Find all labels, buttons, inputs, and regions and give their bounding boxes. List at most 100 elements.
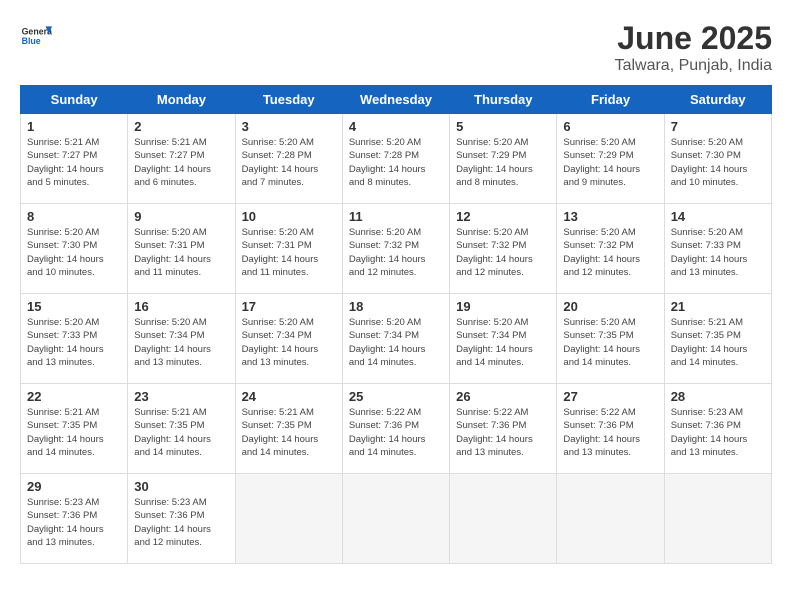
- day-cell-28: 28Sunrise: 5:23 AMSunset: 7:36 PMDayligh…: [664, 384, 771, 474]
- day-number: 11: [349, 209, 443, 224]
- day-number: 6: [563, 119, 657, 134]
- day-cell-1: 1 Sunrise: 5:21 AMSunset: 7:27 PMDaylight…: [21, 114, 128, 204]
- week-row-1: 1 Sunrise: 5:21 AMSunset: 7:27 PMDaylight…: [21, 114, 772, 204]
- day-cell-7: 7 Sunrise: 5:20 AMSunset: 7:30 PMDaylight…: [664, 114, 771, 204]
- logo: General Blue: [20, 20, 52, 52]
- day-info: Sunrise: 5:20 AMSunset: 7:31 PMDaylight:…: [242, 226, 336, 279]
- day-number: 1: [27, 119, 121, 134]
- day-info: Sunrise: 5:20 AMSunset: 7:28 PMDaylight:…: [242, 136, 336, 189]
- day-info: Sunrise: 5:20 AMSunset: 7:32 PMDaylight:…: [563, 226, 657, 279]
- day-cell-21: 21 Sunrise: 5:21 AMSunset: 7:35 PMDayligh…: [664, 294, 771, 384]
- week-row-5: 29 Sunrise: 5:23 AMSunset: 7:36 PMDayligh…: [21, 474, 772, 564]
- day-cell-9: 9Sunrise: 5:20 AMSunset: 7:31 PMDaylight…: [128, 204, 235, 294]
- header-sunday: Sunday: [21, 86, 128, 114]
- day-info: Sunrise: 5:22 AMSunset: 7:36 PMDaylight:…: [349, 406, 443, 459]
- day-info: Sunrise: 5:20 AMSunset: 7:35 PMDaylight:…: [563, 316, 657, 369]
- header-monday: Monday: [128, 86, 235, 114]
- day-cell-20: 20 Sunrise: 5:20 AMSunset: 7:35 PMDayligh…: [557, 294, 664, 384]
- day-number: 2: [134, 119, 228, 134]
- day-number: 21: [671, 299, 765, 314]
- day-number: 10: [242, 209, 336, 224]
- day-cell-4: 4 Sunrise: 5:20 AMSunset: 7:28 PMDaylight…: [342, 114, 449, 204]
- day-cell-19: 19 Sunrise: 5:20 AMSunset: 7:34 PMDayligh…: [450, 294, 557, 384]
- day-info: Sunrise: 5:23 AMSunset: 7:36 PMDaylight:…: [134, 496, 228, 549]
- title-area: June 2025 Talwara, Punjab, India: [615, 20, 772, 75]
- day-number: 17: [242, 299, 336, 314]
- day-cell-empty: [664, 474, 771, 564]
- day-cell-27: 27 Sunrise: 5:22 AMSunset: 7:36 PMDayligh…: [557, 384, 664, 474]
- day-number: 3: [242, 119, 336, 134]
- day-cell-2: 2 Sunrise: 5:21 AMSunset: 7:27 PMDaylight…: [128, 114, 235, 204]
- day-number: 4: [349, 119, 443, 134]
- day-cell-14: 14 Sunrise: 5:20 AMSunset: 7:33 PMDayligh…: [664, 204, 771, 294]
- week-row-3: 15Sunrise: 5:20 AMSunset: 7:33 PMDayligh…: [21, 294, 772, 384]
- day-cell-25: 25Sunrise: 5:22 AMSunset: 7:36 PMDayligh…: [342, 384, 449, 474]
- day-info: Sunrise: 5:20 AMSunset: 7:32 PMDaylight:…: [349, 226, 443, 279]
- day-number: 8: [27, 209, 121, 224]
- day-info: Sunrise: 5:20 AMSunset: 7:30 PMDaylight:…: [671, 136, 765, 189]
- header-wednesday: Wednesday: [342, 86, 449, 114]
- day-info: Sunrise: 5:21 AMSunset: 7:27 PMDaylight:…: [134, 136, 228, 189]
- day-number: 7: [671, 119, 765, 134]
- day-info: Sunrise: 5:20 AMSunset: 7:34 PMDaylight:…: [456, 316, 550, 369]
- day-info: Sunrise: 5:20 AMSunset: 7:29 PMDaylight:…: [456, 136, 550, 189]
- header-tuesday: Tuesday: [235, 86, 342, 114]
- day-number: 20: [563, 299, 657, 314]
- day-number: 23: [134, 389, 228, 404]
- day-cell-11: 11 Sunrise: 5:20 AMSunset: 7:32 PMDayligh…: [342, 204, 449, 294]
- day-info: Sunrise: 5:22 AMSunset: 7:36 PMDaylight:…: [563, 406, 657, 459]
- day-info: Sunrise: 5:20 AMSunset: 7:28 PMDaylight:…: [349, 136, 443, 189]
- day-cell-8: 8 Sunrise: 5:20 AMSunset: 7:30 PMDaylight…: [21, 204, 128, 294]
- calendar-subtitle: Talwara, Punjab, India: [615, 57, 772, 75]
- day-cell-5: 5 Sunrise: 5:20 AMSunset: 7:29 PMDaylight…: [450, 114, 557, 204]
- day-info: Sunrise: 5:21 AMSunset: 7:27 PMDaylight:…: [27, 136, 121, 189]
- day-number: 5: [456, 119, 550, 134]
- week-row-2: 8 Sunrise: 5:20 AMSunset: 7:30 PMDaylight…: [21, 204, 772, 294]
- day-number: 12: [456, 209, 550, 224]
- logo-icon: General Blue: [20, 20, 52, 52]
- day-info: Sunrise: 5:20 AMSunset: 7:34 PMDaylight:…: [242, 316, 336, 369]
- day-number: 15: [27, 299, 121, 314]
- day-cell-empty: [342, 474, 449, 564]
- header-row: Sunday Monday Tuesday Wednesday Thursday…: [21, 86, 772, 114]
- day-info: Sunrise: 5:20 AMSunset: 7:29 PMDaylight:…: [563, 136, 657, 189]
- day-number: 14: [671, 209, 765, 224]
- calendar-body: 1 Sunrise: 5:21 AMSunset: 7:27 PMDaylight…: [21, 114, 772, 564]
- day-number: 16: [134, 299, 228, 314]
- day-number: 13: [563, 209, 657, 224]
- day-cell-12: 12Sunrise: 5:20 AMSunset: 7:32 PMDayligh…: [450, 204, 557, 294]
- day-number: 9: [134, 209, 228, 224]
- day-info: Sunrise: 5:21 AMSunset: 7:35 PMDaylight:…: [242, 406, 336, 459]
- day-cell-empty: [235, 474, 342, 564]
- day-number: 28: [671, 389, 765, 404]
- day-cell-24: 24 Sunrise: 5:21 AMSunset: 7:35 PMDayligh…: [235, 384, 342, 474]
- day-cell-empty: [557, 474, 664, 564]
- day-number: 29: [27, 479, 121, 494]
- page-header: General Blue June 2025 Talwara, Punjab, …: [20, 20, 772, 75]
- day-info: Sunrise: 5:21 AMSunset: 7:35 PMDaylight:…: [27, 406, 121, 459]
- day-cell-10: 10 Sunrise: 5:20 AMSunset: 7:31 PMDayligh…: [235, 204, 342, 294]
- day-number: 27: [563, 389, 657, 404]
- day-number: 30: [134, 479, 228, 494]
- day-cell-6: 6 Sunrise: 5:20 AMSunset: 7:29 PMDaylight…: [557, 114, 664, 204]
- day-number: 22: [27, 389, 121, 404]
- day-cell-23: 23Sunrise: 5:21 AMSunset: 7:35 PMDayligh…: [128, 384, 235, 474]
- day-cell-empty: [450, 474, 557, 564]
- day-info: Sunrise: 5:20 AMSunset: 7:34 PMDaylight:…: [134, 316, 228, 369]
- day-number: 24: [242, 389, 336, 404]
- day-number: 26: [456, 389, 550, 404]
- day-number: 19: [456, 299, 550, 314]
- day-cell-30: 30 Sunrise: 5:23 AMSunset: 7:36 PMDayligh…: [128, 474, 235, 564]
- svg-text:Blue: Blue: [22, 36, 41, 46]
- week-row-4: 22 Sunrise: 5:21 AMSunset: 7:35 PMDayligh…: [21, 384, 772, 474]
- day-info: Sunrise: 5:20 AMSunset: 7:30 PMDaylight:…: [27, 226, 121, 279]
- day-cell-29: 29Sunrise: 5:23 AMSunset: 7:36 PMDayligh…: [21, 474, 128, 564]
- header-thursday: Thursday: [450, 86, 557, 114]
- day-info: Sunrise: 5:21 AMSunset: 7:35 PMDaylight:…: [671, 316, 765, 369]
- day-cell-18: 18Sunrise: 5:20 AMSunset: 7:34 PMDayligh…: [342, 294, 449, 384]
- day-number: 18: [349, 299, 443, 314]
- day-info: Sunrise: 5:22 AMSunset: 7:36 PMDaylight:…: [456, 406, 550, 459]
- day-cell-16: 16 Sunrise: 5:20 AMSunset: 7:34 PMDayligh…: [128, 294, 235, 384]
- day-info: Sunrise: 5:20 AMSunset: 7:33 PMDaylight:…: [671, 226, 765, 279]
- day-cell-15: 15Sunrise: 5:20 AMSunset: 7:33 PMDayligh…: [21, 294, 128, 384]
